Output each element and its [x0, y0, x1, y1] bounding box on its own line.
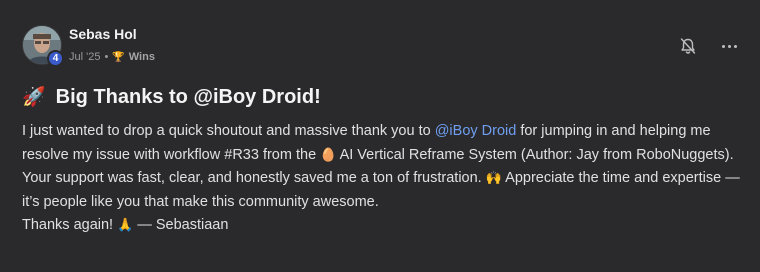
more-dot: [727, 44, 731, 48]
text-segment: — Sebastiaan: [133, 217, 229, 233]
post-title-text: Big Thanks to @iBoy Droid!: [55, 85, 321, 108]
meta-separator: •: [104, 51, 109, 63]
raised-hands-icon: 🙌: [485, 171, 502, 186]
praying-hands-icon: 🙏: [117, 218, 134, 233]
more-dot: [721, 44, 725, 48]
rocket-icon: 🚀: [22, 87, 46, 108]
trophy-icon: 🏆: [112, 51, 125, 63]
more-icon[interactable]: [719, 37, 739, 55]
paragraph: Thanks again! 🙏 — Sebastiaan: [22, 214, 752, 238]
egg-icon: 🥚: [320, 147, 337, 163]
post-body: I just wanted to drop a quick shoutout a…: [22, 120, 752, 238]
more-dot: [733, 44, 737, 48]
avatar-button[interactable]: 4: [22, 25, 64, 67]
mention-link[interactable]: @iBoy Droid: [435, 123, 517, 139]
text-segment: Thanks again!: [22, 217, 118, 233]
post-title: 🚀 Big Thanks to @iBoy Droid!: [22, 85, 321, 109]
text-segment: Your support was fast, clear, and honest…: [22, 170, 486, 186]
text-segment: AI Vertical Reframe System (Author: Jay …: [336, 146, 734, 163]
post-card: 4 Sebas Hol Jul '25 • 🏆 Wins 🚀 Big Thank…: [0, 0, 760, 272]
paragraph: I just wanted to drop a quick shoutout a…: [22, 120, 752, 167]
text-segment: I just wanted to drop a quick shoutout a…: [22, 123, 435, 139]
username[interactable]: Sebas Hol: [69, 26, 137, 42]
bell-off-icon[interactable]: [679, 37, 697, 55]
level-badge: 4: [47, 50, 64, 67]
paragraph: Your support was fast, clear, and honest…: [22, 167, 752, 214]
category-link[interactable]: Wins: [129, 51, 155, 63]
post-meta: Jul '25 • 🏆 Wins: [69, 51, 155, 63]
post-date[interactable]: Jul '25: [69, 51, 100, 63]
